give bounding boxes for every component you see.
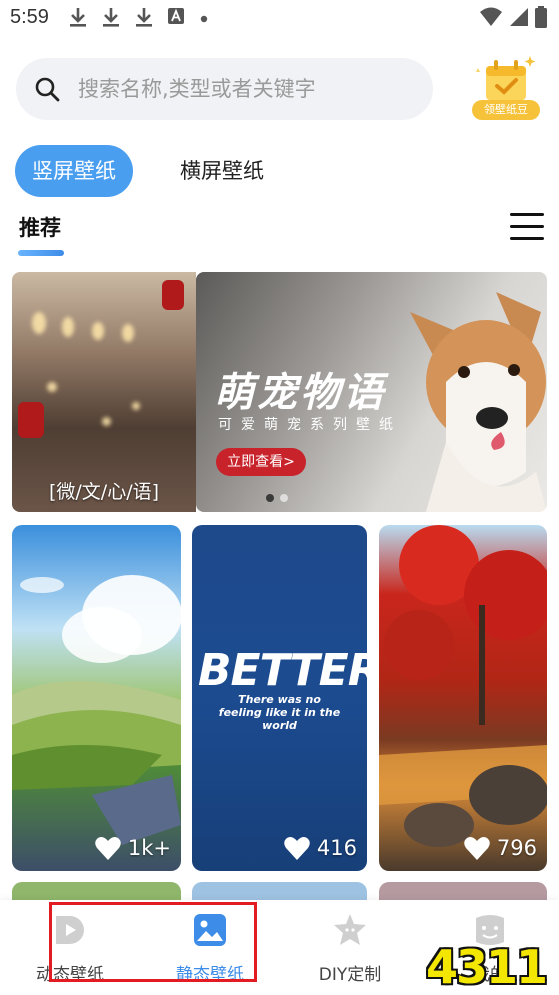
banner-subtitle: 可爱萌宠系列壁纸	[218, 417, 402, 433]
download-icon	[101, 6, 121, 28]
banner-main[interactable]: 萌宠物语 可爱萌宠系列壁纸 立即查看>	[196, 272, 547, 512]
dot-icon	[200, 8, 208, 27]
autumn-image	[379, 525, 547, 847]
nav-label: DIY定制	[318, 965, 382, 985]
sub-tab-underline	[18, 250, 64, 256]
likes-count: 796	[496, 836, 537, 860]
tab-landscape-wallpaper[interactable]: 横屏壁纸	[180, 145, 264, 197]
subtitle-line: world	[262, 719, 297, 732]
heart-icon[interactable]	[283, 835, 311, 861]
card-better-title: BETTER	[198, 645, 367, 696]
pager-dot	[280, 494, 288, 502]
banner-side-item[interactable]: [微/文/心/语]	[12, 272, 196, 512]
notification-icons	[68, 6, 208, 28]
tab-portrait-wallpaper[interactable]: 竖屏壁纸	[15, 145, 133, 197]
watermark: 4311	[426, 940, 548, 994]
a-icon	[167, 6, 187, 28]
signal-icon	[509, 7, 529, 31]
menu-icon[interactable]	[510, 213, 544, 243]
highlight-box	[49, 902, 257, 982]
battery-icon	[535, 6, 547, 32]
card-better-subtitle: There was no feeling like it in the worl…	[192, 693, 367, 732]
sub-tab-recommend[interactable]: 推荐	[19, 212, 61, 242]
banner-cta-button[interactable]: 立即查看>	[216, 448, 306, 476]
wifi-icon	[479, 7, 503, 31]
subtitle-line: There was no	[238, 693, 321, 706]
subtitle-line: feeling like it in the	[218, 706, 341, 719]
download-icon	[68, 6, 88, 28]
status-right	[479, 6, 547, 32]
card-likes: 796	[463, 835, 537, 861]
heart-icon[interactable]	[463, 835, 491, 861]
banner-side-caption: [微/文/心/语]	[48, 481, 160, 503]
coupon-button[interactable]: 领壁纸豆	[468, 52, 544, 124]
star-icon	[334, 914, 366, 945]
wallpaper-card[interactable]: BETTER There was no feeling like it in t…	[192, 525, 367, 871]
status-time: 5:59	[10, 6, 49, 28]
card-likes: 416	[283, 835, 357, 861]
heart-icon[interactable]	[94, 835, 122, 861]
card-likes: 1k+	[94, 835, 171, 861]
banner-title: 萌宠物语	[214, 369, 386, 416]
search-bar[interactable]	[16, 58, 433, 120]
wallpaper-card[interactable]: 796	[379, 525, 547, 871]
wallpaper-card[interactable]: 1k+	[12, 525, 181, 871]
status-bar: 5:59	[0, 0, 559, 38]
landscape-image	[12, 575, 181, 845]
likes-count: 416	[316, 836, 357, 860]
calendar-check-icon	[476, 56, 536, 100]
download-icon	[134, 6, 154, 28]
search-input[interactable]	[78, 72, 408, 106]
search-icon	[34, 76, 60, 106]
likes-count: 1k+	[127, 836, 171, 860]
nav-item-diy[interactable]: DIY定制	[290, 900, 410, 995]
banner-pager	[266, 494, 288, 502]
coupon-label: 领壁纸豆	[472, 100, 540, 120]
pager-dot	[266, 494, 274, 502]
